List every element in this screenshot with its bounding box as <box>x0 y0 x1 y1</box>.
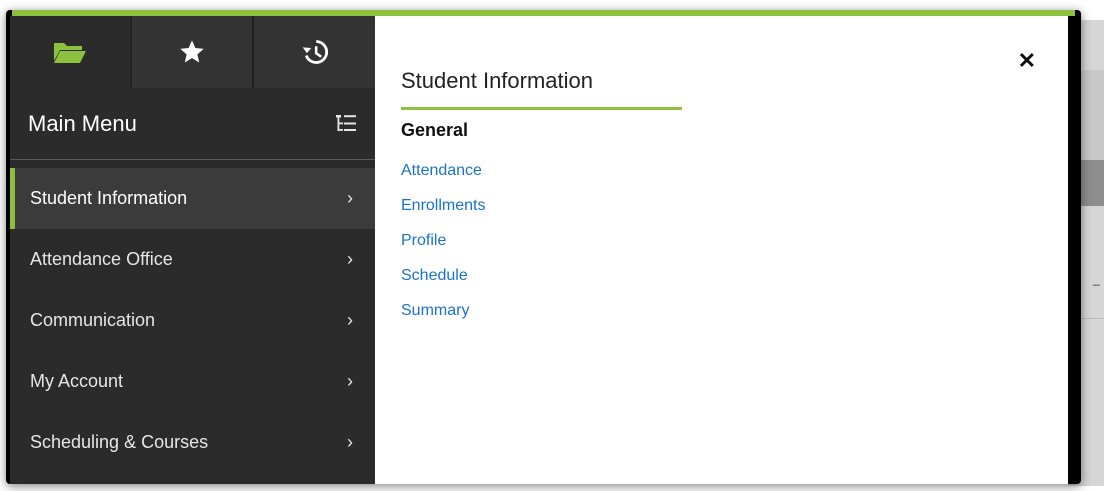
link-attendance[interactable]: Attendance <box>401 162 485 180</box>
main-menu-sidebar: Main Menu Student Information › Attendan… <box>10 16 375 484</box>
title-underline <box>401 107 682 110</box>
chevron-right-icon: › <box>347 371 353 391</box>
sidebar-tabs <box>10 16 375 88</box>
menu-item-label: Scheduling & Courses <box>30 432 209 452</box>
section-heading-general: General <box>401 120 469 140</box>
menu-item-label: Attendance Office <box>30 249 173 269</box>
menu-item-label: Communication <box>30 310 156 330</box>
main-menu-title: Main Menu <box>28 110 137 136</box>
menu-item-scheduling-courses[interactable]: Scheduling & Courses › <box>10 412 375 473</box>
tab-favorites[interactable] <box>132 16 254 88</box>
chevron-right-icon: › <box>347 188 353 208</box>
link-profile[interactable]: Profile <box>401 232 485 250</box>
menu-item-label: Student Information <box>30 188 188 208</box>
menu-item-student-information[interactable]: Student Information › <box>10 168 375 229</box>
link-schedule[interactable]: Schedule <box>401 267 485 285</box>
chevron-right-icon: › <box>347 432 353 452</box>
menu-tree-icon[interactable] <box>335 114 357 134</box>
close-button[interactable]: ✕ <box>1018 50 1036 72</box>
link-summary[interactable]: Summary <box>401 302 485 320</box>
menu-item-my-account[interactable]: My Account › <box>10 351 375 412</box>
star-icon <box>178 38 206 66</box>
menu-item-attendance-office[interactable]: Attendance Office › <box>10 229 375 290</box>
background-text-fragment: _ <box>1093 272 1100 286</box>
folder-open-icon <box>52 39 88 65</box>
submenu-links: Attendance Enrollments Profile Schedule … <box>401 162 485 337</box>
link-enrollments[interactable]: Enrollments <box>401 197 485 215</box>
history-icon <box>301 38 329 66</box>
chevron-right-icon: › <box>347 249 353 269</box>
main-menu-header: Main Menu <box>10 88 375 160</box>
menu-item-label: My Account <box>30 371 124 391</box>
tab-recent-history[interactable] <box>254 16 375 88</box>
submenu-title: Student Information <box>401 68 594 93</box>
menu-item-communication[interactable]: Communication › <box>10 290 375 351</box>
tab-all-tools[interactable] <box>10 16 132 88</box>
main-menu-list: Student Information › Attendance Office … <box>10 168 375 473</box>
submenu-panel: Student Information ✕ General Attendance… <box>375 16 1068 484</box>
chevron-right-icon: › <box>347 310 353 330</box>
